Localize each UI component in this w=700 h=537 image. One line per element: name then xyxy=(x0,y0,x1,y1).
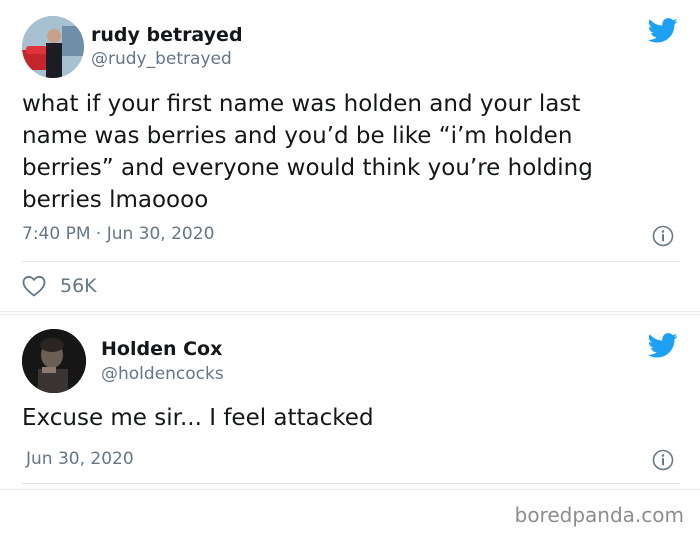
avatar-photo xyxy=(22,329,86,393)
display-name[interactable]: Holden Cox xyxy=(101,338,222,360)
twitter-bird-icon[interactable] xyxy=(648,18,678,43)
tweet-text-line: berries” and everyone would think you’re… xyxy=(22,155,593,181)
tweet-text-line: name was berries and you’d be like “i’m … xyxy=(22,123,573,149)
tweet-card-rudy: rudy betrayed @rudy_betrayed what if you… xyxy=(0,0,700,312)
info-icon[interactable] xyxy=(652,449,674,471)
tweet-text-line: Excuse me sir... I feel attacked xyxy=(22,405,374,431)
divider xyxy=(22,261,680,262)
watermark: boredpanda.com xyxy=(514,503,684,527)
handle[interactable]: @rudy_betrayed xyxy=(91,49,232,69)
heart-icon xyxy=(22,275,46,297)
avatar-photo xyxy=(22,16,84,78)
like-button[interactable]: 56K xyxy=(22,275,97,297)
divider xyxy=(22,483,680,484)
timestamp[interactable]: 7:40 PM · Jun 30, 2020 xyxy=(22,224,214,244)
tweet-text-line: what if your first name was holden and y… xyxy=(22,91,581,117)
twitter-bird-icon[interactable] xyxy=(648,333,678,358)
info-icon[interactable] xyxy=(652,225,674,247)
handle[interactable]: @holdencocks xyxy=(101,364,224,384)
tweet-card-holden: Holden Cox @holdencocks Excuse me sir...… xyxy=(0,314,700,490)
avatar[interactable] xyxy=(22,329,86,393)
avatar[interactable] xyxy=(22,16,84,78)
display-name[interactable]: rudy betrayed xyxy=(91,24,243,46)
timestamp[interactable]: Jun 30, 2020 xyxy=(26,449,134,469)
like-count: 56K xyxy=(60,275,97,297)
tweet-text-line: berries lmaoooo xyxy=(22,187,209,213)
